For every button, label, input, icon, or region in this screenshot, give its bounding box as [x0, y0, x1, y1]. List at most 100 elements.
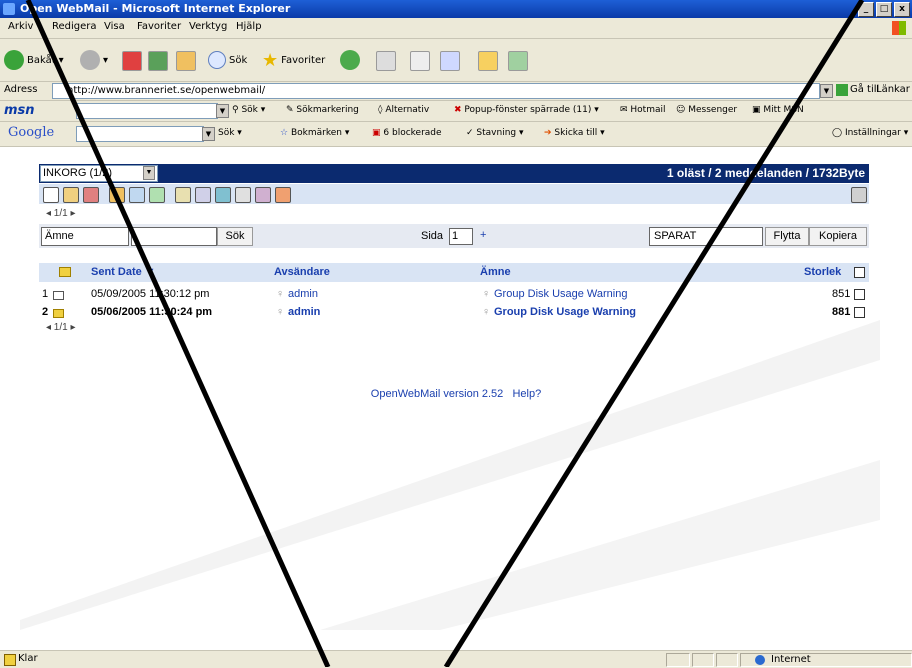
google-blocked-button[interactable]: ▣ 6 blockerade [372, 128, 442, 138]
select-all-checkbox[interactable] [854, 267, 865, 278]
help-link[interactable]: Help? [512, 388, 541, 400]
print-icon[interactable] [440, 51, 460, 71]
msn-messenger-button[interactable]: ☺ Messenger [676, 105, 737, 115]
google-search-dropdown[interactable]: ▼ [202, 127, 215, 141]
minimize-button[interactable]: _ [858, 2, 874, 17]
go-button[interactable]: Gå till [850, 84, 879, 95]
msn-mymsn-button[interactable]: ▣ Mitt MSN [752, 105, 804, 115]
calendar-icon[interactable] [175, 187, 191, 203]
stop-icon[interactable] [122, 51, 142, 71]
message-size: 851 [832, 288, 851, 300]
address-input[interactable]: http://www.branneriet.se/openwebmail/ [52, 83, 820, 99]
pop3-icon[interactable] [109, 187, 125, 203]
pager-bottom[interactable]: ◂ 1/1 ▸ [46, 322, 76, 333]
back-button[interactable]: Bakåt ▾ [4, 49, 64, 71]
message-from[interactable]: admin [288, 306, 320, 318]
menu-edit[interactable]: Redigera [52, 21, 97, 32]
go-icon[interactable] [836, 84, 848, 96]
table-row[interactable]: 1 05/09/2005 11:30:12 pm ♀ admin ♀ Group… [39, 285, 869, 303]
msn-search-button[interactable]: ⚲ Sök ▾ [232, 105, 265, 115]
addressbook-icon[interactable] [83, 187, 99, 203]
msn-search-input[interactable] [76, 103, 218, 119]
search-input[interactable] [131, 227, 217, 246]
move-button[interactable]: Flytta [765, 227, 809, 246]
page-next-link[interactable]: + [480, 229, 486, 241]
menu-help[interactable]: Hjälp [236, 21, 262, 32]
google-search-button[interactable]: Sök ▾ [218, 128, 242, 138]
address-dropdown[interactable]: ▼ [820, 84, 833, 98]
msn-popup-blocker[interactable]: ✖ Popup-fönster spärrade (11) ▾ [454, 105, 599, 115]
google-spelling-button[interactable]: ✓ Stavning ▾ [466, 128, 524, 138]
sort-from-column[interactable]: Avsändare [274, 266, 330, 278]
menu-tools[interactable]: Verktyg [189, 21, 227, 32]
menu-view[interactable]: Visa [104, 21, 125, 32]
msn-hotmail-button[interactable]: ✉ Hotmail [620, 105, 666, 115]
person-icon: ♀ [276, 306, 285, 318]
version-link[interactable]: OpenWebMail version 2.52 [371, 388, 503, 400]
star-icon: ☆ [280, 128, 289, 138]
media-icon[interactable] [340, 50, 360, 70]
page-footer: OpenWebMail version 2.52 Help? [0, 388, 912, 400]
refresh-icon[interactable] [148, 51, 168, 71]
sshterm-icon[interactable] [215, 187, 231, 203]
trash-icon[interactable] [851, 187, 867, 203]
messenger-icon[interactable] [508, 51, 528, 71]
pager-top[interactable]: ◂ 1/1 ▸ [46, 208, 76, 219]
msn-search-dropdown[interactable]: ▼ [216, 104, 229, 118]
folder-select[interactable]: INKORG (1/2) ▼ [40, 165, 158, 182]
google-settings-button[interactable]: ◯ Inställningar ▾ [832, 128, 908, 138]
message-subject[interactable]: Group Disk Usage Warning [494, 306, 636, 318]
google-bookmarks-button[interactable]: ☆ Bokmärken ▾ [280, 128, 349, 138]
sort-subject-column[interactable]: Ämne [480, 266, 511, 278]
favorites-button[interactable]: ★ Favoriter [262, 49, 325, 71]
status-text: Klar [18, 653, 38, 664]
message-size: 881 [832, 306, 851, 318]
google-sendto-button[interactable]: ➔ Skicka till ▾ [544, 128, 605, 138]
links-button[interactable]: Länkar [876, 84, 910, 95]
sort-size-column[interactable]: Storlek [804, 266, 841, 278]
popup-blocker-icon: ▣ [372, 128, 381, 138]
preferences-icon[interactable] [235, 187, 251, 203]
folder-icon[interactable] [478, 51, 498, 71]
message-list-header: Sent Date ▼ Avsändare Ämne Storlek [39, 263, 869, 282]
zone-segment: Internet [740, 653, 912, 667]
forward-button[interactable]: ▾ [80, 49, 108, 71]
message-checkbox[interactable] [854, 289, 865, 300]
msn-highlight-button[interactable]: ✎ Sökmarkering [286, 105, 359, 115]
filter-icon[interactable] [255, 187, 271, 203]
folder-dropdown-arrow: ▼ [143, 166, 155, 180]
search-mail-icon[interactable] [129, 187, 145, 203]
status-segment [716, 653, 738, 667]
sort-date-column[interactable]: Sent Date ▼ [91, 266, 156, 278]
google-toolbar: Google ▼ Sök ▾ ☆ Bokmärken ▾ ▣ 6 blocker… [0, 122, 912, 147]
destination-folder-select[interactable]: SPARAT [649, 227, 763, 246]
message-subject[interactable]: Group Disk Usage Warning [494, 288, 627, 300]
menu-favorites[interactable]: Favoriter [137, 21, 181, 32]
address-label: Adress [4, 84, 38, 95]
search-button[interactable]: Sök [217, 227, 253, 246]
compose-icon[interactable] [43, 187, 59, 203]
mail-icon[interactable] [410, 51, 430, 71]
message-from[interactable]: admin [288, 288, 318, 300]
status-bar: Klar Internet [0, 650, 912, 668]
maximize-button[interactable]: □ [876, 2, 892, 17]
close-button[interactable]: x [894, 2, 910, 17]
popup-blocked-icon: ✖ [454, 105, 462, 115]
webdisk-icon[interactable] [195, 187, 211, 203]
folders-icon[interactable] [63, 187, 79, 203]
table-row[interactable]: 2 05/06/2005 11:30:24 pm ♀ admin ♀ Group… [39, 303, 869, 321]
msn-options-button[interactable]: ◊ Alternativ [378, 105, 429, 115]
search-field-select[interactable]: Ämne [41, 227, 129, 246]
message-checkbox[interactable] [854, 307, 865, 318]
refresh-mail-icon[interactable] [149, 187, 165, 203]
google-search-input[interactable] [76, 126, 204, 142]
logout-icon[interactable] [275, 187, 291, 203]
settings-radio-icon: ◯ [832, 128, 843, 138]
history-icon[interactable] [376, 51, 396, 71]
search-button[interactable]: Sök [208, 49, 247, 71]
home-icon[interactable] [176, 51, 196, 71]
menu-file[interactable]: Arkiv [8, 21, 33, 32]
copy-button[interactable]: Kopiera [809, 227, 867, 246]
window-title-bar[interactable]: Open WebMail - Microsoft Internet Explor… [0, 0, 912, 18]
page-select[interactable]: 1 [449, 228, 473, 245]
